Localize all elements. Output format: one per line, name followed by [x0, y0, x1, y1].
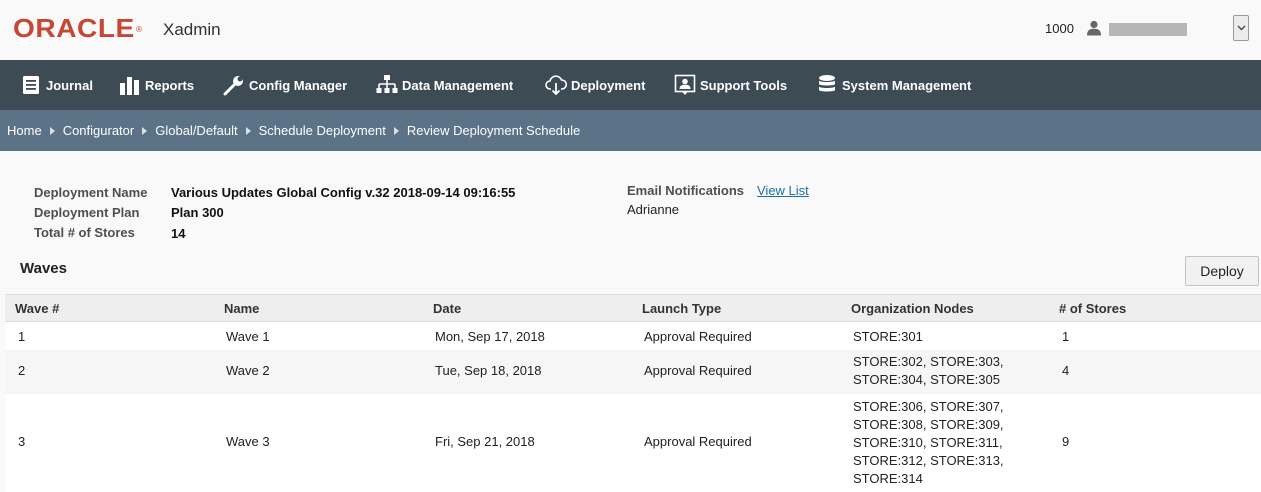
deployment-name-label: Deployment Name	[34, 185, 148, 200]
cell-stores: 4	[1062, 363, 1070, 378]
database-icon	[816, 74, 838, 96]
nav-label: System Management	[842, 77, 972, 93]
deploy-button[interactable]: Deploy	[1185, 256, 1259, 286]
deployment-plan-label: Deployment Plan	[34, 205, 140, 220]
cell-launch-type: Approval Required	[644, 363, 752, 378]
table-row[interactable]: 2 Wave 2 Tue, Sep 18, 2018 Approval Requ…	[5, 350, 1261, 394]
cell-wave: 1	[18, 329, 26, 344]
user-menu-dropdown[interactable]	[1233, 15, 1249, 41]
waves-heading: Waves	[20, 260, 67, 277]
cell-name: Wave 1	[226, 329, 270, 344]
cell-wave: 2	[18, 363, 26, 378]
wrench-icon	[223, 74, 245, 96]
oracle-logo: ORACLE®	[13, 13, 143, 43]
nav-label: Data Management	[402, 77, 514, 93]
cell-organization-nodes: STORE:301	[853, 329, 923, 344]
hierarchy-icon	[376, 74, 398, 96]
breadcrumb-separator-icon	[393, 126, 399, 135]
nav-journal[interactable]: Journal	[20, 60, 93, 110]
cell-launch-type: Approval Required	[644, 434, 752, 449]
view-list-link[interactable]: View List	[757, 183, 809, 199]
nav-config-manager[interactable]: Config Manager	[223, 60, 347, 110]
breadcrumb-review-deployment-schedule: Review Deployment Schedule	[406, 123, 581, 138]
breadcrumb-separator-icon	[245, 126, 251, 135]
nav-support-tools[interactable]: Support Tools	[674, 60, 787, 110]
nav-data-management[interactable]: Data Management	[376, 60, 513, 110]
cell-organization-nodes: STORE:304, STORE:305	[853, 372, 1000, 387]
cell-organization-nodes: STORE:302, STORE:303,	[853, 354, 1004, 369]
breadcrumb-bar: Home Configurator Global/Default Schedul…	[0, 110, 1261, 151]
cell-stores: 9	[1062, 434, 1070, 449]
main-nav: Journal Reports Config Manager Data Mana…	[0, 60, 1261, 110]
cell-organization-nodes: STORE:310, STORE:311,	[853, 435, 1003, 450]
cell-name: Wave 3	[226, 434, 270, 449]
cell-stores: 1	[1062, 329, 1070, 344]
total-stores-label: Total # of Stores	[34, 225, 135, 240]
column-header-launch-type[interactable]: Launch Type	[642, 301, 721, 317]
email-notifications-label: Email Notifications	[627, 183, 745, 198]
nav-deployment[interactable]: Deployment	[545, 60, 645, 110]
cell-organization-nodes: STORE:306, STORE:307,	[853, 399, 1004, 414]
breadcrumb-home[interactable]: Home	[7, 123, 42, 138]
breadcrumb-separator-icon	[142, 126, 148, 135]
column-header-date[interactable]: Date	[433, 301, 461, 317]
nav-label: Journal	[46, 77, 93, 93]
nav-reports[interactable]: Reports	[119, 60, 194, 110]
breadcrumb-schedule-deployment[interactable]: Schedule Deployment	[259, 123, 386, 138]
chevron-down-icon	[1237, 25, 1245, 31]
column-header-name[interactable]: Name	[224, 301, 259, 317]
total-stores-value: 14	[171, 226, 186, 241]
cell-name: Wave 2	[226, 363, 270, 378]
user-icon	[1087, 20, 1101, 36]
breadcrumb-configurator[interactable]: Configurator	[63, 123, 135, 138]
cell-wave: 3	[18, 434, 26, 449]
table-header: Wave # Name Date Launch Type Organizatio…	[5, 294, 1261, 322]
breadcrumb: Home Configurator Global/Default Schedul…	[7, 110, 580, 151]
cell-organization-nodes: STORE:314	[853, 471, 923, 486]
column-header-wave[interactable]: Wave #	[15, 301, 59, 317]
column-header-stores[interactable]: # of Stores	[1059, 301, 1126, 317]
nav-system-management[interactable]: System Management	[816, 60, 971, 110]
nav-label: Reports	[145, 77, 195, 93]
user-name	[1109, 23, 1187, 36]
app-name: Xadmin	[163, 20, 221, 39]
breadcrumb-global-default[interactable]: Global/Default	[155, 123, 237, 138]
breadcrumb-separator-icon	[49, 126, 55, 135]
table-row[interactable]: 3 Wave 3 Fri, Sep 21, 2018 Approval Requ…	[5, 394, 1261, 492]
bar-chart-icon	[119, 74, 141, 96]
support-icon	[674, 74, 696, 96]
nav-label: Support Tools	[700, 77, 788, 93]
cell-date: Tue, Sep 18, 2018	[435, 363, 542, 378]
cell-organization-nodes: STORE:308, STORE:309,	[853, 417, 1004, 432]
cell-date: Fri, Sep 21, 2018	[435, 434, 535, 449]
cell-launch-type: Approval Required	[644, 329, 752, 344]
nav-label: Config Manager	[249, 77, 348, 93]
deployment-plan-value: Plan 300	[171, 205, 224, 220]
cell-organization-nodes: STORE:312, STORE:313,	[853, 453, 1004, 468]
email-recipient: Adrianne	[627, 202, 680, 217]
waves-table: Wave # Name Date Launch Type Organizatio…	[5, 294, 1261, 492]
cloud-download-icon	[545, 74, 567, 96]
table-row[interactable]: 1 Wave 1 Mon, Sep 17, 2018 Approval Requ…	[5, 322, 1261, 350]
app-header: ORACLE® Xadmin 1000	[0, 0, 1261, 61]
cell-date: Mon, Sep 17, 2018	[435, 329, 545, 344]
store-number: 1000	[1045, 21, 1074, 36]
nav-label: Deployment	[571, 77, 646, 93]
journal-icon	[20, 74, 42, 96]
column-header-organization-nodes[interactable]: Organization Nodes	[851, 301, 974, 317]
deployment-name-value: Various Updates Global Config v.32 2018-…	[171, 185, 516, 200]
